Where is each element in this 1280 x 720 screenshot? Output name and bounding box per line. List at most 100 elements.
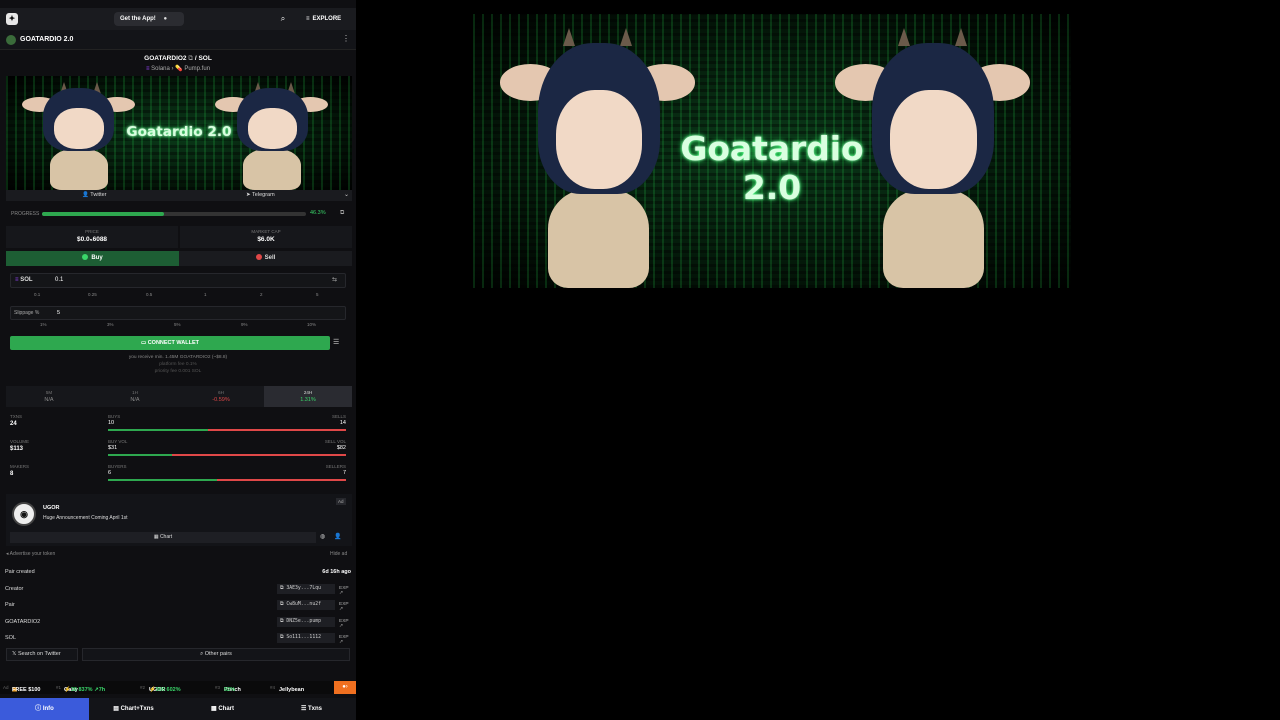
slippage-preset[interactable]: 5% [174,322,181,327]
telegram-link[interactable]: ➤ Telegram [246,192,275,198]
menu-icon: ≡ [306,16,310,22]
copy-address-button[interactable]: ⧉ DNZ5e...pump [277,617,335,627]
timeframe-change: -0.59% [212,397,230,403]
explorer-link[interactable]: EXP ↗ [339,635,351,645]
copy-address-button[interactable]: ⧉ So111...1112 [277,633,335,643]
currency-selector[interactable]: ≡ SOL [15,277,33,283]
tab-6h[interactable]: 6H -0.59% [178,386,264,407]
timeframe-tabs: 5M N/A 1H N/A 6H -0.59% 24H 1.31% [6,386,352,407]
tab-txns[interactable]: ☰ Txns [267,698,356,720]
tab-info[interactable]: ⓘ Info [0,698,89,720]
copy-icon[interactable]: ⧉ [188,55,193,62]
trade-metrics: TXNS 24 VOLUME $113 MAKERS 8 BUYS SELLS … [6,410,352,486]
search-icon[interactable]: ⌕ [278,14,288,24]
ratio-fill [108,429,208,431]
banner-preview: Goatardio 2.0 [473,14,1071,288]
preset-amount[interactable]: 1 [204,292,207,297]
slippage-preset[interactable]: 1% [40,322,47,327]
tab-label: Txns [308,706,323,712]
external-link-icon: ↗ [339,591,344,596]
ticker-name: FREE $100 [12,687,41,693]
swap-icon[interactable]: ⇆ [332,276,337,283]
timeframe-change: N/A [130,397,140,403]
sell-vol-value: $82 [336,445,346,451]
preset-amount[interactable]: 5 [316,292,319,297]
txns-block: TXNS 24 [10,414,22,427]
ad-chart-button[interactable]: ▦ Chart [10,532,316,543]
buy-label: Buy [91,255,103,261]
goat-character [215,81,329,190]
makers-block: MAKERS 8 [10,464,29,477]
sells-value: 14 [339,420,346,426]
goat-body [49,148,108,190]
timeframe-label: 1H [132,390,138,395]
chain-link[interactable]: Solana [151,66,170,72]
buy-tab[interactable]: Buy [6,251,179,266]
sell-tab[interactable]: Sell [179,251,352,266]
bonding-progress: PROGRESS 46.3% ⧉ [6,208,352,220]
user-icon[interactable]: 👤 [334,533,341,540]
tab-chart-txns[interactable]: ▤ Chart+Txns [89,698,178,720]
buys-label: BUYS [108,414,121,419]
pair-created-label: Pair created [5,569,35,575]
settings-icon[interactable]: ☰ [333,338,339,346]
ad-title: UGOR [43,505,60,511]
explore-button[interactable]: ≡ EXPLORE [306,14,341,24]
pair-created-value: 6d 16h ago [322,569,351,575]
preset-amount[interactable]: 0.5 [146,292,152,297]
copy-address-button[interactable]: ⧉ Cw8uM...nu2f [277,600,335,610]
slippage-preset[interactable]: 3% [107,322,114,327]
volume-label: VOLUME [10,439,30,444]
ticker-rank: #1 [56,685,62,690]
solana-icon: ≡ [15,277,19,283]
tab-1h[interactable]: 1H N/A [92,386,178,407]
chevron-down-icon[interactable]: ⌄ [344,191,349,198]
external-link-icon[interactable]: ⧉ [340,210,344,217]
slippage-value[interactable]: 5 [57,310,60,316]
bottom-nav: ⓘ Info ▤ Chart+Txns ▦ Chart ☰ Txns [0,698,356,720]
goat-face [53,107,104,149]
price-value: $0.0₅6088 [76,236,108,243]
advertise-link[interactable]: ◂ Advertise your token [6,551,55,557]
dex-link[interactable]: Pump.fun [184,66,210,72]
search-twitter-button[interactable]: 𝕏 Search on Twitter [6,648,78,661]
twitter-link[interactable]: 👤 Twitter [82,192,107,198]
ticker-change: ⚡500 602% [149,687,181,693]
address-text: Cw8uM...nu2f [286,602,321,607]
ticker-expand-button[interactable]: ●› [334,681,356,694]
globe-icon[interactable]: ◍ [320,533,325,540]
sponsored-ad[interactable]: Ad ◉ UGOR Huge Announcement Coming April… [6,494,352,546]
tab-5m[interactable]: 5M N/A [6,386,92,407]
more-options-icon[interactable]: ⋮ [342,34,350,43]
other-pairs-button[interactable]: ⌕ Other pairs [82,648,350,661]
explorer-link[interactable]: EXP ↗ [339,619,351,629]
explorer-link[interactable]: EXP ↗ [339,602,351,612]
slippage-preset[interactable]: 10% [307,322,316,327]
preset-amount[interactable]: 0.25 [88,292,97,297]
ticker-change: 92% [224,687,236,693]
slippage-preset[interactable]: 9% [241,322,248,327]
buy-sell-volume-row: BUY VOL SELL VOL $31 $82 [106,439,346,461]
goat-horn [897,27,910,46]
preset-amount[interactable]: 2 [260,292,263,297]
get-app-button[interactable]: Get the App! ● [114,12,184,26]
sell-label: Sell [264,255,276,261]
connect-wallet-button[interactable]: ▭ CONNECT WALLET [10,336,330,350]
ticker-rank: Ad [3,685,9,690]
hide-ad-link[interactable]: Hide ad [330,551,347,557]
slippage-input[interactable]: Slippage % 5 [10,306,346,320]
ticker-rank: #2 [140,685,146,690]
preset-amount[interactable]: 0.1 [34,292,40,297]
advertise-label: Advertise your token [9,551,56,557]
explorer-link[interactable]: EXP ↗ [339,586,351,596]
amount-input[interactable]: ≡ SOL 0.1 ⇆ [10,273,346,288]
tab-chart[interactable]: ▦ Chart [178,698,267,720]
ticker-rank: #3 [215,685,221,690]
amount-value[interactable]: 0.1 [55,277,63,283]
copy-address-button[interactable]: ⧉ 3AE3y...7Lqu [277,584,335,594]
tab-24h[interactable]: 24H 1.31% [264,386,352,407]
dexscreener-logo-icon[interactable]: ✦ [6,13,18,25]
external-link-icon: ↗ [339,640,344,645]
info-label: SOL [5,635,17,641]
ratio-fill [108,454,173,456]
